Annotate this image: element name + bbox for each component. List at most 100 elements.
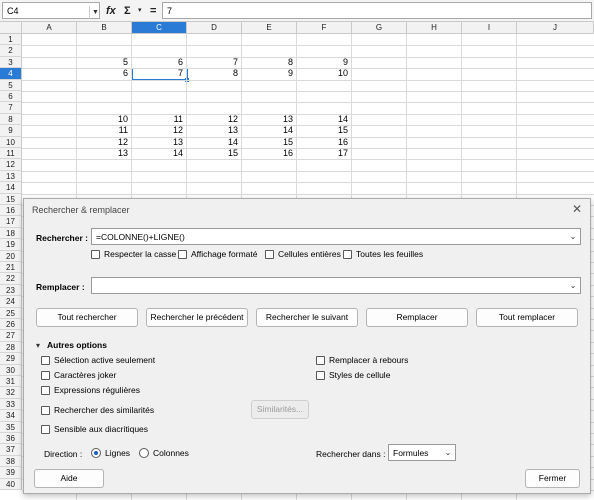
- diacritics-checkbox[interactable]: Sensible aux diacritiques: [41, 424, 148, 434]
- row-header[interactable]: 34: [0, 410, 22, 422]
- row-header[interactable]: 36: [0, 433, 22, 445]
- row-header[interactable]: 15: [0, 193, 22, 205]
- formula-icon[interactable]: =: [150, 3, 156, 19]
- row-header[interactable]: 40: [0, 478, 22, 490]
- column-header[interactable]: D: [187, 22, 242, 34]
- sum-icon[interactable]: Σ: [124, 3, 131, 19]
- direction-rows-radio[interactable]: Lignes: [91, 448, 130, 458]
- checkbox-box[interactable]: [41, 405, 50, 415]
- row-header[interactable]: 26: [0, 319, 22, 331]
- row-header[interactable]: 1: [0, 34, 22, 46]
- help-button[interactable]: Aide: [34, 469, 104, 488]
- cell-styles-checkbox[interactable]: Styles de cellule: [316, 370, 390, 380]
- cell[interactable]: 5: [77, 57, 132, 68]
- row-header[interactable]: 27: [0, 330, 22, 342]
- chevron-down-icon[interactable]: ▼: [89, 6, 101, 19]
- row-header[interactable]: 5: [0, 79, 22, 91]
- checkbox-box[interactable]: [41, 355, 50, 365]
- direction-columns-radio[interactable]: Colonnes: [139, 448, 189, 458]
- current-selection-checkbox[interactable]: Sélection active seulement: [41, 355, 155, 365]
- cell[interactable]: 9: [297, 57, 352, 68]
- column-header[interactable]: I: [462, 22, 517, 34]
- row-header[interactable]: 39: [0, 467, 22, 479]
- name-box[interactable]: C4 ▼: [2, 2, 100, 19]
- row-header[interactable]: 19: [0, 239, 22, 251]
- cell[interactable]: 12: [77, 137, 132, 148]
- cell[interactable]: 14: [132, 148, 187, 159]
- row-header[interactable]: 22: [0, 273, 22, 285]
- entire-cells-checkbox[interactable]: Cellules entières: [265, 249, 341, 259]
- chevron-down-icon[interactable]: ⌄: [566, 229, 580, 244]
- cell[interactable]: 9: [242, 68, 297, 79]
- sum-dropdown-icon[interactable]: ▾: [138, 3, 142, 19]
- close-icon[interactable]: ✕: [572, 202, 582, 216]
- formula-input[interactable]: 7: [162, 2, 592, 19]
- row-header[interactable]: 30: [0, 364, 22, 376]
- row-header[interactable]: 12: [0, 159, 22, 171]
- row-header[interactable]: 28: [0, 341, 22, 354]
- cell[interactable]: 10: [77, 114, 132, 125]
- all-sheets-checkbox[interactable]: Toutes les feuilles: [343, 249, 423, 259]
- row-header[interactable]: 8: [0, 113, 22, 126]
- cell[interactable]: 13: [242, 114, 297, 125]
- cell[interactable]: 11: [77, 125, 132, 136]
- column-header[interactable]: A: [22, 22, 77, 34]
- row-header[interactable]: 17: [0, 216, 22, 228]
- search-in-dropdown[interactable]: Formules ⌄: [388, 444, 456, 461]
- row-header[interactable]: 18: [0, 227, 22, 240]
- cell[interactable]: 13: [187, 125, 242, 136]
- cell[interactable]: 13: [77, 148, 132, 159]
- column-header[interactable]: J: [517, 22, 594, 34]
- checkbox-box[interactable]: [41, 385, 50, 395]
- row-header[interactable]: 3: [0, 56, 22, 69]
- column-header[interactable]: G: [352, 22, 407, 34]
- row-header[interactable]: 6: [0, 91, 22, 103]
- cell[interactable]: 16: [242, 148, 297, 159]
- row-header[interactable]: 24: [0, 296, 22, 308]
- cell[interactable]: 13: [132, 137, 187, 148]
- column-header[interactable]: E: [242, 22, 297, 34]
- row-header[interactable]: 38: [0, 455, 22, 468]
- row-header[interactable]: 10: [0, 136, 22, 148]
- select-all-corner[interactable]: [0, 22, 22, 34]
- checkbox-box[interactable]: [265, 249, 274, 259]
- cell[interactable]: 12: [132, 125, 187, 136]
- row-header[interactable]: 35: [0, 421, 22, 433]
- row-header[interactable]: 37: [0, 444, 22, 456]
- replace-button[interactable]: Remplacer: [366, 308, 468, 327]
- cell[interactable]: 14: [187, 137, 242, 148]
- other-options-expander[interactable]: Autres options: [47, 340, 107, 350]
- checkbox-box[interactable]: [316, 355, 325, 365]
- checkbox-box[interactable]: [343, 249, 352, 259]
- formatted-display-checkbox[interactable]: Affichage formaté: [178, 249, 257, 259]
- chevron-down-icon[interactable]: ⌄: [566, 278, 580, 293]
- checkbox-box[interactable]: [178, 249, 187, 259]
- find-all-button[interactable]: Tout rechercher: [36, 308, 138, 327]
- expander-down-icon[interactable]: ▾: [36, 341, 40, 350]
- cell[interactable]: 15: [187, 148, 242, 159]
- cell[interactable]: 11: [132, 114, 187, 125]
- radio-selected[interactable]: [91, 448, 101, 458]
- cell[interactable]: 6: [77, 68, 132, 79]
- cell[interactable]: 14: [297, 114, 352, 125]
- replace-all-button[interactable]: Tout remplacer: [476, 308, 578, 327]
- row-header[interactable]: 9: [0, 125, 22, 137]
- row-header[interactable]: 16: [0, 205, 22, 217]
- cell[interactable]: 10: [297, 68, 352, 79]
- cell[interactable]: 15: [297, 125, 352, 136]
- column-header[interactable]: F: [297, 22, 352, 34]
- radio-unselected[interactable]: [139, 448, 149, 458]
- search-input[interactable]: =COLONNE()+LIGNE(): [96, 232, 185, 242]
- cell[interactable]: 8: [187, 68, 242, 79]
- checkbox-box[interactable]: [91, 249, 100, 259]
- row-header[interactable]: 7: [0, 102, 22, 114]
- row-header[interactable]: 33: [0, 398, 22, 411]
- cell[interactable]: 15: [242, 137, 297, 148]
- row-header[interactable]: 13: [0, 170, 22, 183]
- chevron-down-icon[interactable]: ⌄: [441, 445, 455, 460]
- search-combobox[interactable]: =COLONNE()+LIGNE() ⌄: [91, 228, 581, 245]
- row-header[interactable]: 25: [0, 307, 22, 319]
- row-header[interactable]: 23: [0, 284, 22, 297]
- checkbox-box[interactable]: [41, 370, 50, 380]
- close-button[interactable]: Fermer: [525, 469, 580, 488]
